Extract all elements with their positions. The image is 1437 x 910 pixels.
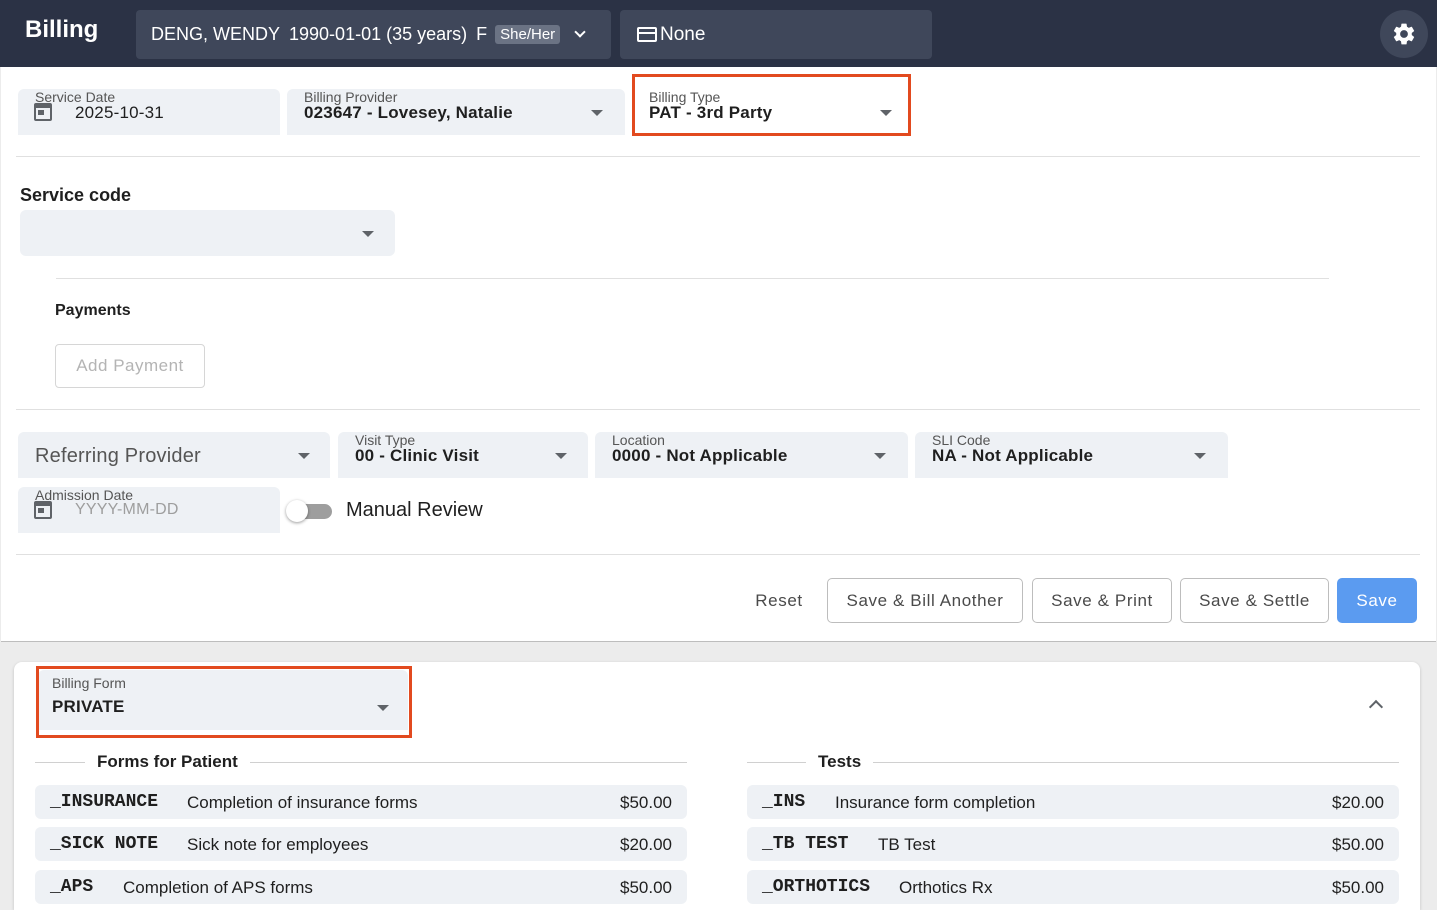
dropdown-caret-icon xyxy=(1194,453,1206,459)
service-date-field[interactable]: Service Date 2025-10-31 xyxy=(18,89,280,135)
item-code: _INSURANCE xyxy=(50,792,159,812)
credit-card-icon xyxy=(637,27,657,42)
dropdown-caret-icon xyxy=(591,110,603,116)
group-header-tests: Tests xyxy=(747,752,1399,772)
manual-review-label: Manual Review xyxy=(346,499,483,521)
list-item[interactable]: _APS Completion of APS forms $50.00 xyxy=(35,870,687,904)
sli-code-value: NA - Not Applicable xyxy=(932,446,1094,465)
chevron-down-icon xyxy=(574,26,586,38)
coverage-value: None xyxy=(660,23,706,45)
item-price: $50.00 xyxy=(1332,835,1384,854)
visit-type-select[interactable]: Visit Type 00 - Clinic Visit xyxy=(338,432,588,478)
patient-selector[interactable]: DENG, WENDY 1990-01-01 (35 years) F She/… xyxy=(136,10,611,59)
visit-type-value: 00 - Clinic Visit xyxy=(355,446,480,465)
item-code: _ORTHOTICS xyxy=(762,877,871,897)
add-payment-button[interactable]: Add Payment xyxy=(55,344,205,388)
sli-code-select[interactable]: SLI Code NA - Not Applicable xyxy=(915,432,1228,478)
referring-provider-placeholder: Referring Provider xyxy=(35,445,201,467)
item-desc: Sick note for employees xyxy=(187,835,369,854)
location-value: 0000 - Not Applicable xyxy=(612,446,788,465)
item-code: _TB TEST xyxy=(762,834,849,854)
item-code: _SICK NOTE xyxy=(50,834,159,854)
service-code-select[interactable] xyxy=(20,210,395,256)
calendar-icon xyxy=(34,103,52,121)
divider xyxy=(16,156,1420,157)
item-desc: Orthotics Rx xyxy=(899,878,993,897)
item-price: $20.00 xyxy=(1332,793,1384,812)
pronoun-badge: She/Her xyxy=(495,25,561,44)
save-settle-button[interactable]: Save & Settle xyxy=(1180,578,1329,623)
referring-provider-select[interactable]: Referring Provider xyxy=(18,432,330,478)
item-desc: Insurance form completion xyxy=(835,793,1036,812)
item-price: $50.00 xyxy=(620,793,672,812)
manual-review-toggle[interactable] xyxy=(286,500,332,522)
item-price: $50.00 xyxy=(1332,878,1384,897)
billing-provider-value: 023647 - Lovesey, Natalie xyxy=(304,103,513,122)
item-desc: TB Test xyxy=(878,835,936,854)
item-price: $50.00 xyxy=(620,878,672,897)
item-desc: Completion of insurance forms xyxy=(187,793,418,812)
page-title: Billing xyxy=(25,16,99,43)
service-code-heading: Service code xyxy=(20,185,132,205)
reset-button[interactable]: Reset xyxy=(741,578,817,623)
divider xyxy=(16,554,1420,555)
list-item[interactable]: _TB TEST TB Test $50.00 xyxy=(747,827,1399,861)
toggle-thumb xyxy=(286,500,308,522)
billing-form-highlight xyxy=(36,666,412,738)
dropdown-caret-icon xyxy=(874,453,886,459)
billing-panel: Service Date 2025-10-31 Billing Provider… xyxy=(1,67,1436,642)
item-code: _INS xyxy=(762,792,806,812)
billing-form-card: Billing Form PRIVATE Forms for Patient _… xyxy=(14,662,1420,910)
save-print-button[interactable]: Save & Print xyxy=(1032,578,1172,623)
item-code: _APS xyxy=(50,877,94,897)
list-item[interactable]: _SICK NOTE Sick note for employees $20.0… xyxy=(35,827,687,861)
dropdown-caret-icon xyxy=(362,231,374,237)
billing-provider-select[interactable]: Billing Provider 023647 - Lovesey, Natal… xyxy=(287,89,625,135)
coverage-selector[interactable]: None xyxy=(620,10,932,59)
dropdown-caret-icon xyxy=(298,453,310,459)
billing-type-highlight xyxy=(632,74,911,136)
location-select[interactable]: Location 0000 - Not Applicable xyxy=(595,432,908,478)
dropdown-caret-icon xyxy=(555,453,567,459)
save-bill-another-button[interactable]: Save & Bill Another xyxy=(827,578,1023,623)
admission-date-input: YYYY-MM-DD xyxy=(75,501,179,518)
chevron-up-icon[interactable] xyxy=(1368,699,1384,715)
list-item[interactable]: _ORTHOTICS Orthotics Rx $50.00 xyxy=(747,870,1399,904)
divider xyxy=(16,409,1420,410)
group-title: Forms for Patient xyxy=(85,752,250,772)
item-price: $20.00 xyxy=(620,835,672,854)
save-button[interactable]: Save xyxy=(1337,578,1417,623)
patient-name: DENG, WENDY xyxy=(151,24,281,44)
payments-heading: Payments xyxy=(55,302,131,319)
group-header-forms: Forms for Patient xyxy=(35,752,687,772)
list-item[interactable]: _INS Insurance form completion $20.00 xyxy=(747,785,1399,819)
item-desc: Completion of APS forms xyxy=(123,878,313,897)
group-title: Tests xyxy=(806,752,874,772)
service-date-value: 2025-10-31 xyxy=(75,103,164,122)
calendar-icon xyxy=(34,501,52,519)
gear-icon xyxy=(1393,23,1415,45)
list-item[interactable]: _INSURANCE Completion of insurance forms… xyxy=(35,785,687,819)
divider xyxy=(56,278,1329,279)
admission-date-field[interactable]: Admission Date YYYY-MM-DD xyxy=(18,487,280,533)
patient-dob: 1990-01-01 (35 years) xyxy=(289,24,468,44)
patient-sex: F xyxy=(476,24,488,44)
top-bar: Billing DENG, WENDY 1990-01-01 (35 years… xyxy=(0,0,1437,67)
settings-button[interactable] xyxy=(1380,10,1428,58)
